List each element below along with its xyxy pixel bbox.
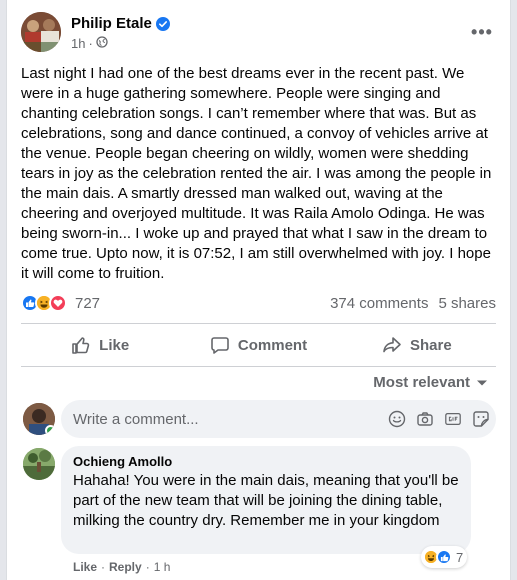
emoji-icon[interactable] bbox=[388, 410, 406, 428]
post-stats: 727 374 comments 5 shares bbox=[21, 291, 496, 315]
verified-badge-icon bbox=[155, 16, 170, 31]
sort-comments-dropdown[interactable]: Most relevant bbox=[373, 374, 488, 391]
author-name-text[interactable]: Philip Etale bbox=[71, 15, 152, 32]
commenter-avatar[interactable] bbox=[23, 448, 55, 480]
comment-bubble-icon bbox=[211, 337, 229, 354]
comment-button[interactable]: Comment bbox=[179, 326, 337, 364]
comment-bubble: Ochieng Amollo Hahaha! You were in the m… bbox=[61, 446, 471, 554]
reactions-summary[interactable]: 727 bbox=[21, 294, 100, 312]
post-meta: 1h · bbox=[71, 36, 108, 51]
sticker-icon[interactable] bbox=[472, 410, 490, 428]
commenter-name[interactable]: Ochieng Amollo bbox=[73, 454, 459, 470]
more-options-button[interactable]: ••• bbox=[468, 18, 496, 46]
divider-bottom bbox=[21, 366, 496, 367]
like-button[interactable]: Like bbox=[21, 326, 179, 364]
post-text: Last night I had one of the best dreams … bbox=[21, 65, 492, 282]
viewer-avatar[interactable] bbox=[23, 403, 55, 435]
online-status-indicator bbox=[45, 425, 55, 435]
like-label[interactable]: Like bbox=[99, 337, 129, 354]
comment-actions: Like · Reply · 1 h bbox=[73, 560, 170, 574]
share-label[interactable]: Share bbox=[410, 337, 452, 354]
comment-reply-link[interactable]: Reply bbox=[109, 560, 142, 574]
gif-icon[interactable] bbox=[444, 410, 462, 428]
post-card: Philip Etale 1h · ••• Last night I had o… bbox=[6, 0, 511, 580]
share-arrow-icon bbox=[383, 337, 401, 353]
composer-icons bbox=[388, 400, 490, 438]
share-button[interactable]: Share bbox=[338, 326, 496, 364]
thumbs-up-icon bbox=[72, 337, 90, 354]
shares-count[interactable]: 5 shares bbox=[438, 295, 496, 312]
stats-right: 374 comments 5 shares bbox=[330, 295, 496, 312]
caret-down-icon bbox=[477, 380, 487, 385]
author-avatar[interactable] bbox=[21, 12, 61, 52]
comment-input-placeholder[interactable]: Write a comment... bbox=[73, 411, 199, 428]
author-name[interactable]: Philip Etale bbox=[71, 15, 170, 32]
comments-count[interactable]: 374 comments bbox=[330, 295, 428, 312]
divider-top bbox=[21, 323, 496, 324]
reaction-count[interactable]: 727 bbox=[75, 295, 100, 312]
post-time[interactable]: 1h bbox=[71, 36, 85, 51]
comment-sep-2: · bbox=[145, 560, 150, 574]
post-header: Philip Etale 1h · ••• bbox=[21, 12, 496, 56]
camera-icon[interactable] bbox=[416, 410, 434, 428]
comment-label[interactable]: Comment bbox=[238, 337, 307, 354]
comment-sep-1: · bbox=[101, 560, 106, 574]
comment-like-link[interactable]: Like bbox=[73, 560, 97, 574]
sort-label[interactable]: Most relevant bbox=[373, 374, 470, 391]
more-options-icon[interactable]: ••• bbox=[471, 22, 493, 43]
comment-like-icon bbox=[436, 549, 452, 565]
comment-composer: Write a comment... bbox=[21, 400, 496, 438]
comment-text: Hahaha! You were in the main dais, meani… bbox=[73, 472, 459, 529]
post-actions: Like Comment Share bbox=[21, 326, 496, 364]
globe-icon bbox=[96, 36, 108, 51]
meta-separator: · bbox=[88, 36, 93, 51]
comment-time[interactable]: 1 h bbox=[154, 560, 171, 574]
love-icon bbox=[49, 294, 67, 312]
comment-reactions[interactable]: 7 bbox=[421, 546, 468, 568]
comment-reaction-count: 7 bbox=[456, 549, 464, 565]
